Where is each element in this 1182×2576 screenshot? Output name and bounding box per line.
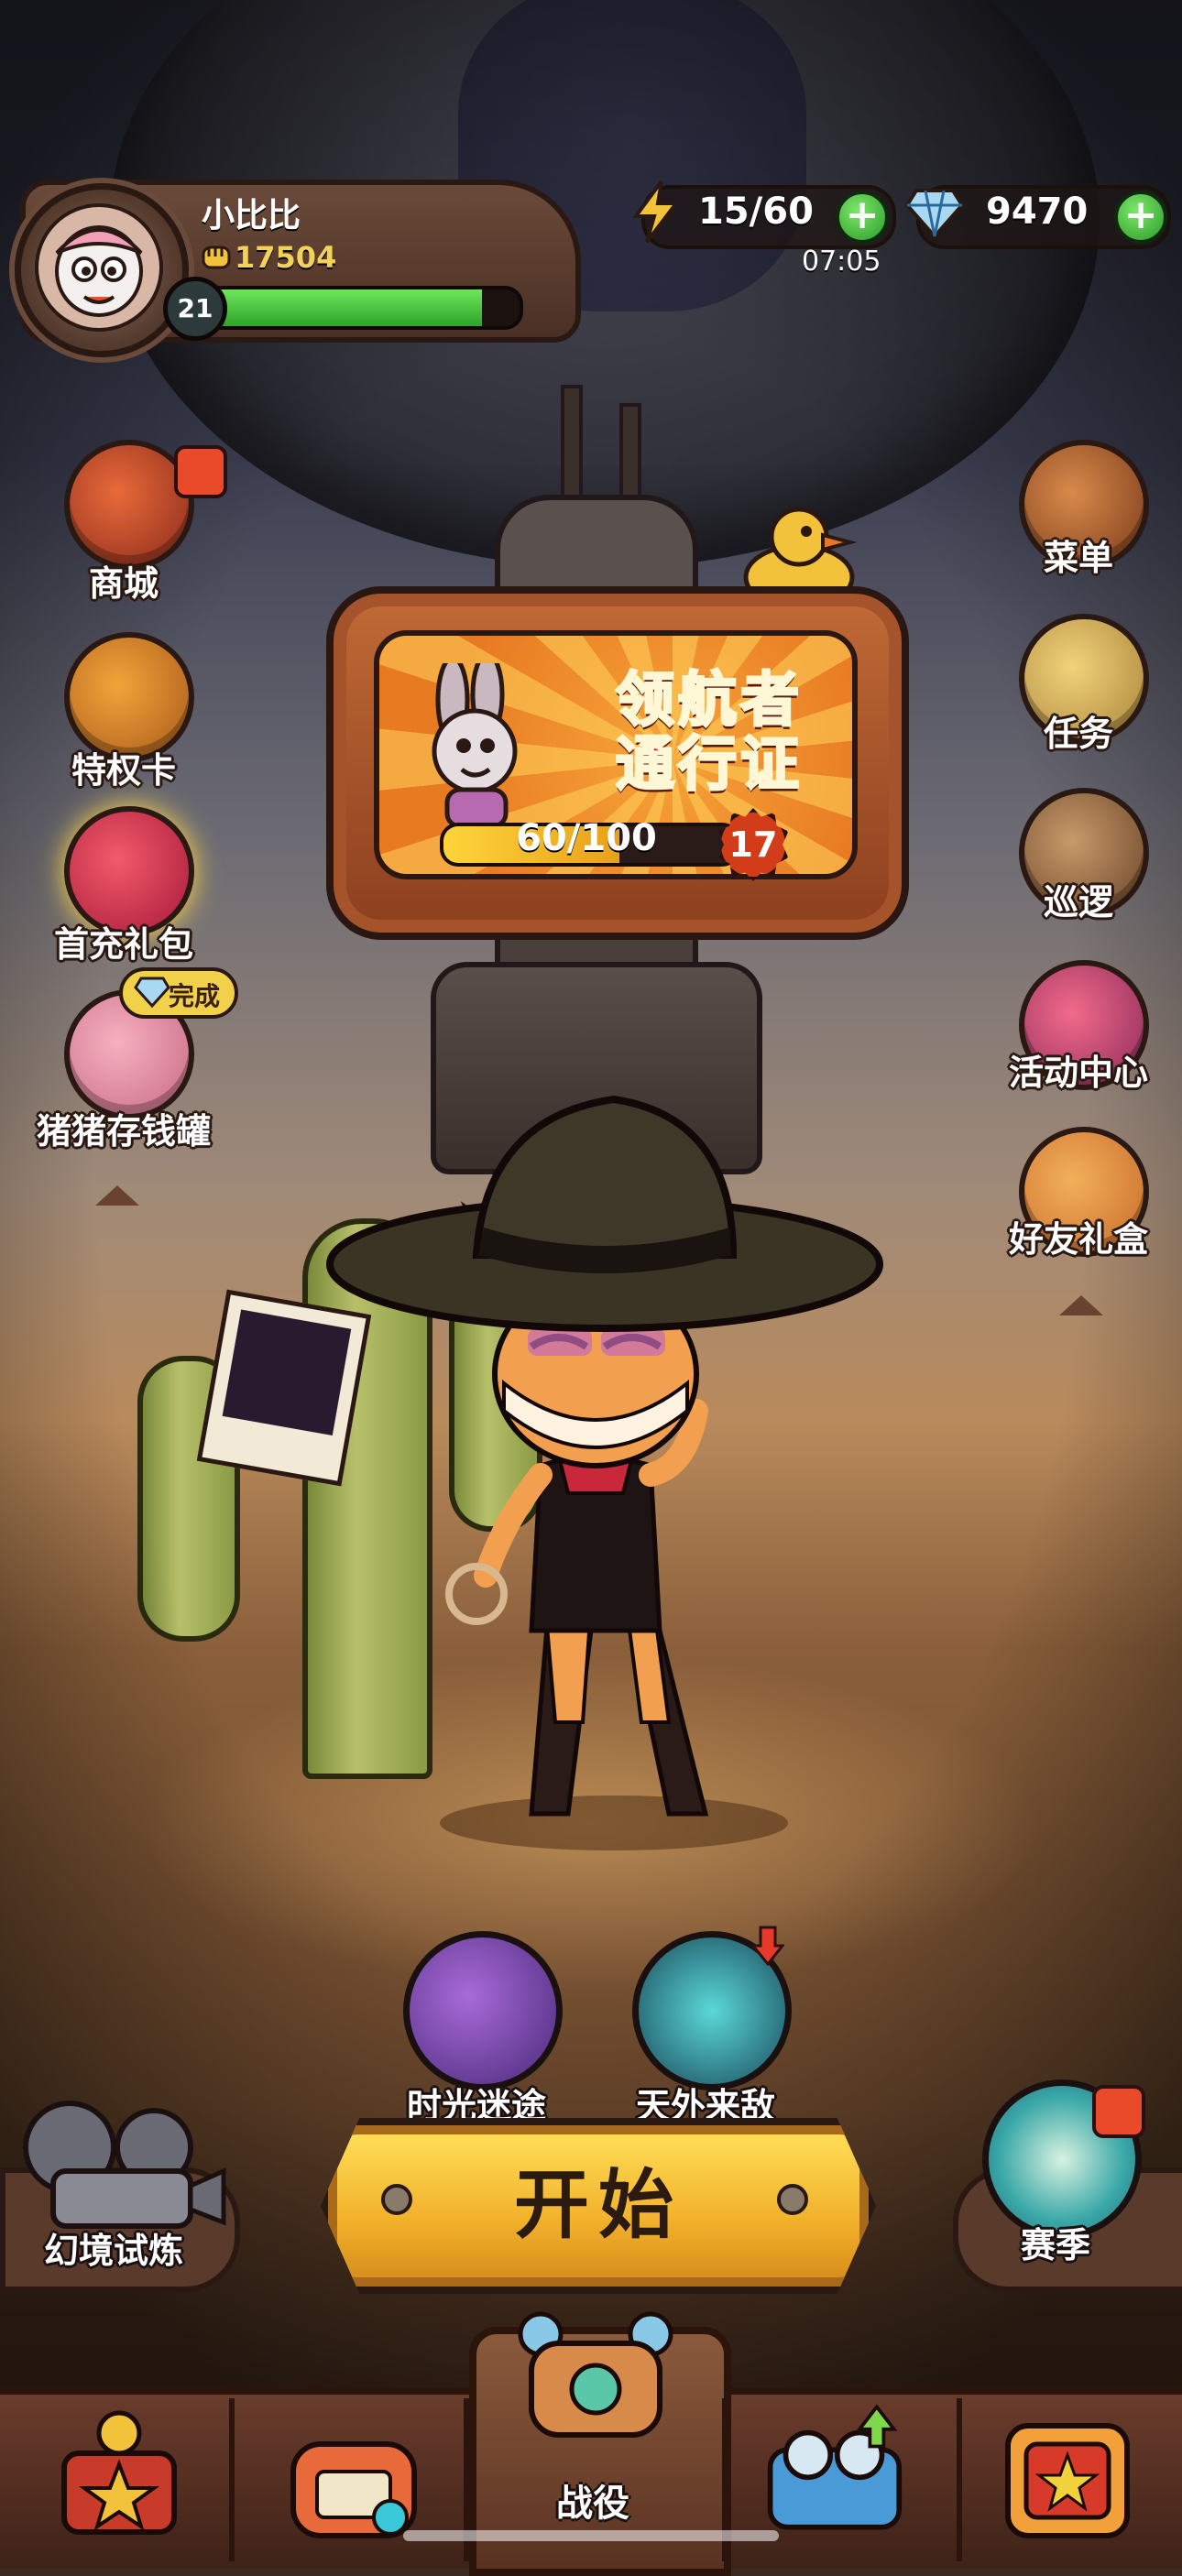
season-button[interactable]: 赛季 xyxy=(964,2079,1147,2281)
pass-title-line2: 通行证 xyxy=(615,731,803,799)
shop-button[interactable]: 商城 xyxy=(37,440,227,632)
tasks-label: 任务 xyxy=(1043,714,1113,754)
gift-badge-icon xyxy=(174,445,227,498)
energy-value: 15/60 xyxy=(698,191,814,233)
patrol-button[interactable]: 巡逻 xyxy=(991,788,1166,980)
illusion-trial-button[interactable]: 幻境试炼 xyxy=(13,2098,226,2299)
lightning-icon xyxy=(632,180,681,244)
pass-progress-text: 60/100 xyxy=(516,817,657,859)
nav-tab-battle-label: 战役 xyxy=(556,2483,629,2525)
navigator-pass-panel[interactable]: 领航者 通行证 xyxy=(326,586,909,940)
avatar[interactable] xyxy=(35,203,163,332)
collapse-right-menu-icon[interactable] xyxy=(1059,1295,1103,1315)
antenna-left xyxy=(561,385,583,511)
collapse-left-menu-icon[interactable] xyxy=(95,1185,139,1206)
home-indicator[interactable] xyxy=(403,2530,779,2541)
first-recharge-gift-label: 首充礼包 xyxy=(53,924,193,965)
cowgirl-fox-character[interactable] xyxy=(321,1081,889,1841)
nav-tab-5[interactable] xyxy=(957,2398,1182,2561)
pass-title: 领航者 通行证 xyxy=(599,667,819,799)
film-projector-icon xyxy=(23,2101,226,2229)
fist-power-icon xyxy=(202,246,231,269)
diamond-small-icon xyxy=(134,977,170,1009)
friend-gift-box-label: 好友礼盒 xyxy=(1008,1219,1148,1260)
activity-center-label: 活动中心 xyxy=(1008,1053,1148,1093)
screw-icon xyxy=(381,2184,412,2215)
red-arrow-down-icon xyxy=(751,1926,784,1966)
xp-bar xyxy=(200,286,523,330)
combat-power-value: 17504 xyxy=(235,240,337,275)
pass-title-line1: 领航者 xyxy=(615,667,803,735)
friend-gift-box-button[interactable]: 好友礼盒 xyxy=(991,1127,1166,1319)
screw-icon xyxy=(777,2184,808,2215)
patrol-label: 巡逻 xyxy=(1043,882,1113,922)
menu-button[interactable]: 菜单 xyxy=(991,440,1166,632)
energy-timer: 07:05 xyxy=(802,246,881,278)
privilege-card-button[interactable]: 特权卡 xyxy=(37,632,211,824)
piggy-bank-label: 猪猪存钱罐 xyxy=(36,1111,211,1152)
illusion-trial-label: 幻境试炼 xyxy=(43,2231,183,2271)
season-label: 赛季 xyxy=(1020,2225,1090,2265)
diamond-icon xyxy=(905,189,964,238)
add-energy-button[interactable]: + xyxy=(836,191,889,244)
bunny-mascot-icon xyxy=(432,663,518,828)
privilege-card-label: 特权卡 xyxy=(71,750,176,791)
season-gift-badge-icon xyxy=(1092,2085,1145,2138)
alien-enemy-button[interactable]: 天外来敌 xyxy=(614,1926,797,2133)
player-name: 小比比 xyxy=(202,197,301,235)
nav-tab-1[interactable] xyxy=(0,2398,235,2561)
id-card-box-icon xyxy=(290,2441,417,2538)
time-journey-icon xyxy=(403,1931,563,2090)
battle-console-icon xyxy=(518,2311,673,2438)
treasure-chest-star-icon xyxy=(61,2410,177,2535)
activity-center-button[interactable]: 活动中心 xyxy=(991,960,1166,1152)
menu-label: 菜单 xyxy=(1043,538,1113,578)
tasks-button[interactable]: 任务 xyxy=(991,614,1166,806)
shop-label: 商城 xyxy=(88,563,159,604)
gems-value: 9470 xyxy=(986,191,1089,233)
time-journey-button[interactable]: 时光迷途 xyxy=(385,1931,568,2133)
goggles-chest-icon xyxy=(767,2404,903,2530)
add-gems-button[interactable]: + xyxy=(1114,191,1167,244)
star-chest-icon xyxy=(1005,2423,1130,2538)
player-level-badge: 21 xyxy=(163,277,227,341)
avatar-portrait-icon xyxy=(55,225,143,317)
xp-bar-fill xyxy=(203,289,482,326)
